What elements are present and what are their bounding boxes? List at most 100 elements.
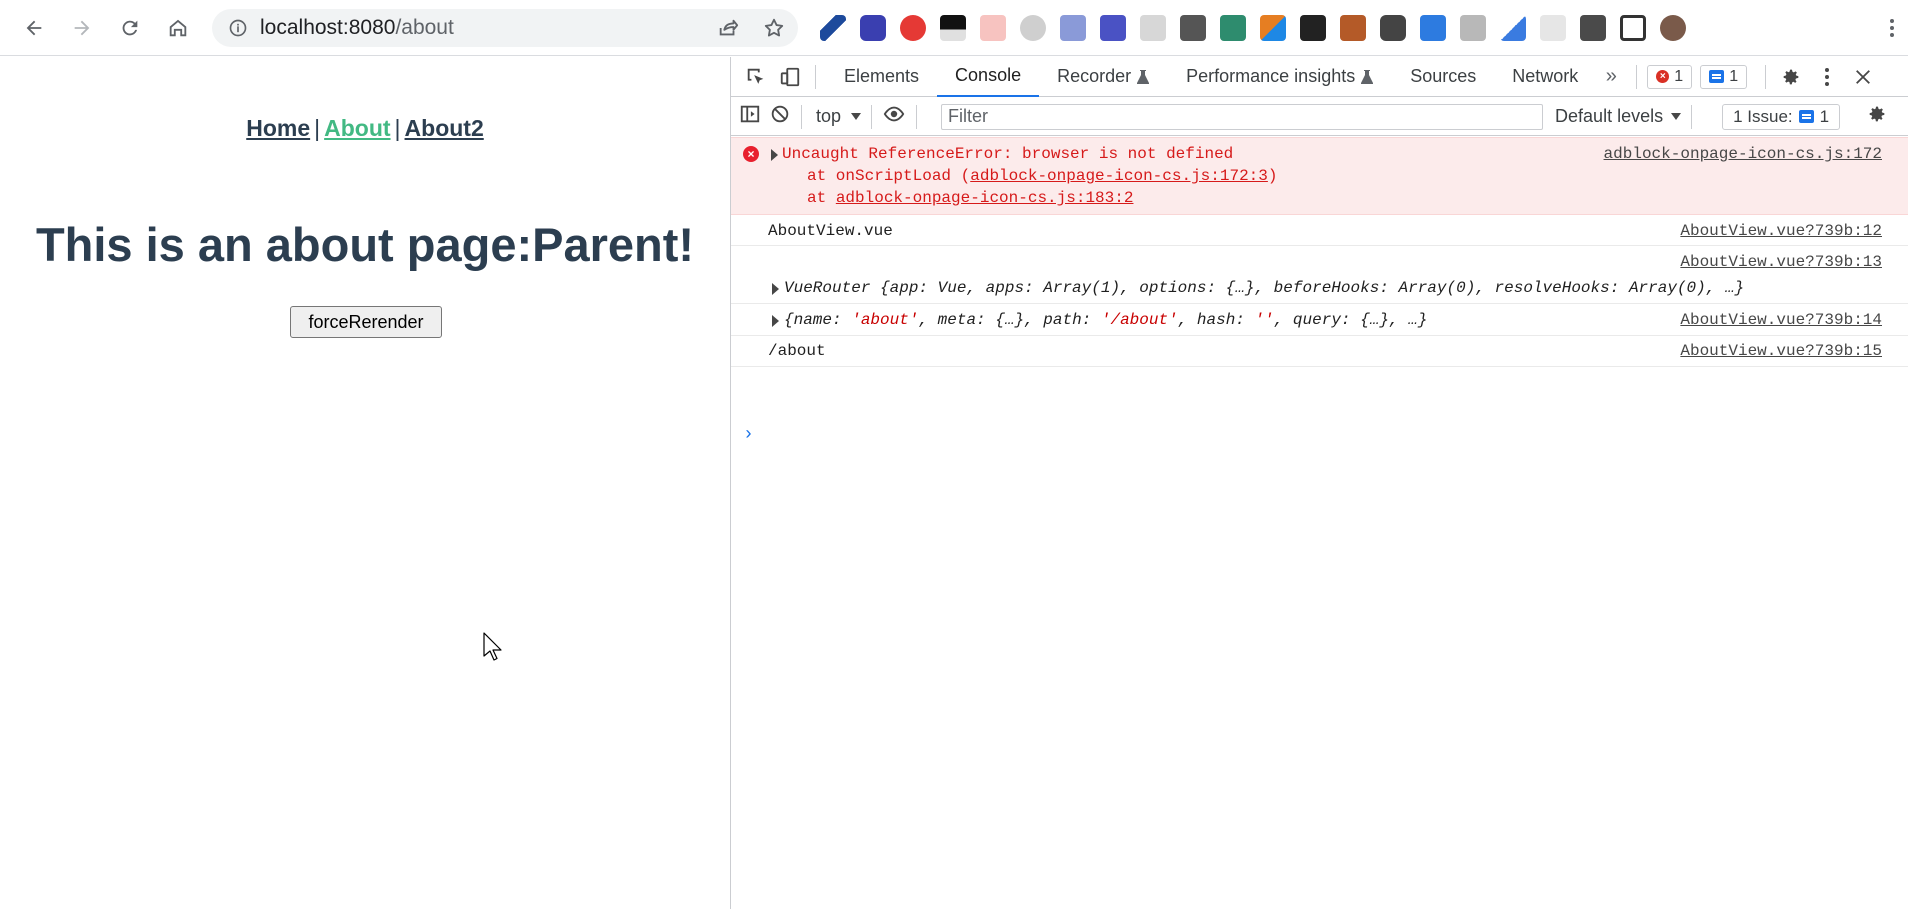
devtools-panel: Elements Console Recorder Performance in…: [730, 57, 1908, 909]
source-link[interactable]: AboutView.vue?739b:15: [1680, 342, 1882, 360]
log-levels-dropdown[interactable]: Default levels: [1555, 106, 1682, 127]
source-link[interactable]: AboutView.vue?739b:12: [1680, 222, 1882, 240]
url-host: localhost:8080: [260, 16, 396, 39]
error-count-badge[interactable]: × 1: [1647, 64, 1693, 89]
expand-triangle-icon[interactable]: [771, 149, 778, 161]
nav-link-about[interactable]: About: [324, 115, 390, 141]
context-label: top: [816, 106, 842, 126]
expand-triangle-icon[interactable]: [772, 283, 779, 295]
message-count-badge[interactable]: 1: [1700, 64, 1748, 89]
extension-pale-icon[interactable]: [1540, 15, 1566, 41]
log-object[interactable]: VueRouter {app: Vue, apps: Array(1), opt…: [784, 279, 1744, 297]
reload-button[interactable]: [110, 8, 150, 48]
console-error-message: × Uncaught ReferenceError: browser is no…: [731, 137, 1908, 215]
tab-elements[interactable]: Elements: [826, 57, 937, 97]
extension-silver-icon[interactable]: [1460, 15, 1486, 41]
home-icon: [169, 19, 187, 36]
show-sidebar-icon[interactable]: [739, 103, 761, 130]
extensions-puzzle-icon[interactable]: [1580, 15, 1606, 41]
stack-frame-prefix: at: [807, 189, 836, 207]
devtools-menu-icon[interactable]: [1812, 62, 1842, 92]
profile-avatar[interactable]: [1660, 15, 1686, 41]
source-link[interactable]: AboutView.vue?739b:14: [1680, 311, 1882, 329]
extension-light-gray-icon[interactable]: [1140, 15, 1166, 41]
extension-grid-icon[interactable]: [1060, 15, 1086, 41]
nav-link-about2[interactable]: About2: [405, 115, 484, 141]
error-count: 1: [1674, 67, 1684, 85]
tab-network[interactable]: Network: [1494, 57, 1596, 97]
extension-dark-icon[interactable]: [940, 15, 966, 41]
extension-pink-icon[interactable]: [980, 15, 1006, 41]
address-bar[interactable]: localhost:8080/about: [212, 9, 798, 47]
extension-navy-icon[interactable]: [1100, 15, 1126, 41]
nav-link-home[interactable]: Home: [246, 115, 310, 141]
extension-black-icon[interactable]: [1300, 15, 1326, 41]
extension-teal-icon[interactable]: [1220, 15, 1246, 41]
info-icon[interactable]: [226, 16, 250, 40]
expand-triangle-icon[interactable]: [772, 315, 779, 327]
source-link[interactable]: AboutView.vue?739b:13: [1680, 253, 1882, 271]
extension-gray-icon[interactable]: [1020, 15, 1046, 41]
tab-sources[interactable]: Sources: [1392, 57, 1494, 97]
log-text: AboutView.vue: [768, 222, 893, 240]
tab-recorder[interactable]: Recorder: [1039, 57, 1168, 97]
extension-chart-icon[interactable]: [1500, 15, 1526, 41]
extension-puzzle-gray-icon[interactable]: [1180, 15, 1206, 41]
extension-red-icon[interactable]: [900, 15, 926, 41]
console-settings-gear-icon[interactable]: [1866, 103, 1888, 130]
console-prompt[interactable]: ›: [743, 425, 754, 445]
log-object[interactable]: {name: 'about', meta: {…}, path: '/about…: [784, 311, 1427, 329]
stack-frame-prefix: at onScriptLoad (: [807, 167, 971, 185]
log-levels-label: Default levels: [1555, 106, 1664, 126]
dropdown-arrow-icon: [851, 112, 862, 120]
browser-toolbar: localhost:8080/about: [0, 0, 1908, 56]
object-text: , hash:: [1177, 311, 1255, 329]
url-path: /about: [395, 16, 454, 39]
object-text: {name:: [784, 311, 852, 329]
extension-vue-icon[interactable]: [820, 15, 846, 41]
toolbar-divider: [1636, 64, 1638, 89]
console-filter-input[interactable]: Filter: [941, 103, 1544, 130]
source-link[interactable]: adblock-onpage-icon-cs.js:172: [1604, 145, 1882, 163]
extension-blue-white-icon[interactable]: [1420, 15, 1446, 41]
browser-menu-icon[interactable]: [1880, 16, 1904, 40]
back-button[interactable]: [14, 8, 54, 48]
log-text: /about: [768, 342, 826, 360]
app-nav: Home | About | About2: [0, 115, 730, 142]
extension-blue-icon[interactable]: [860, 15, 886, 41]
console-output: × Uncaught ReferenceError: browser is no…: [731, 137, 1908, 367]
flask-icon: [1361, 69, 1374, 84]
toolbar-divider: [1691, 104, 1693, 129]
live-expression-eye-icon[interactable]: [882, 103, 906, 130]
clear-console-icon[interactable]: [769, 103, 791, 130]
stack-frame-link[interactable]: adblock-onpage-icon-cs.js:183:2: [836, 189, 1134, 207]
arrow-left-icon: [26, 20, 42, 35]
bookmark-star-icon[interactable]: [762, 16, 786, 40]
side-panel-icon[interactable]: [1620, 15, 1646, 41]
context-selector[interactable]: top: [816, 106, 862, 127]
home-button[interactable]: [158, 8, 198, 48]
url-text[interactable]: localhost:8080/about: [260, 16, 454, 40]
issues-badge[interactable]: 1 Issue: 1: [1722, 103, 1841, 130]
settings-gear-icon[interactable]: [1776, 62, 1806, 92]
forward-button[interactable]: [62, 8, 102, 48]
page-title: This is an about page:Parent!: [35, 218, 695, 271]
inspect-element-icon[interactable]: [741, 62, 771, 92]
stack-frame-suffix: ): [1267, 167, 1278, 185]
device-toolbar-icon[interactable]: [775, 62, 805, 92]
extension-dark-gray-icon[interactable]: [1380, 15, 1406, 41]
tab-performance-insights[interactable]: Performance insights: [1168, 57, 1392, 97]
more-tabs-chevron-icon[interactable]: »: [1596, 62, 1626, 92]
force-rerender-button[interactable]: forceRerender: [290, 306, 442, 338]
extension-orange-blue-icon[interactable]: [1260, 15, 1286, 41]
reload-icon: [122, 20, 138, 35]
share-icon[interactable]: [716, 16, 740, 40]
extension-brown-icon[interactable]: [1340, 15, 1366, 41]
tab-console[interactable]: Console: [937, 57, 1040, 97]
issue-message-icon: [1798, 110, 1814, 123]
issues-count: 1: [1819, 106, 1830, 126]
stack-frame-link[interactable]: adblock-onpage-icon-cs.js:172:3: [970, 167, 1268, 185]
filter-placeholder: Filter: [948, 106, 989, 126]
close-devtools-icon[interactable]: [1848, 62, 1878, 92]
issues-label: 1 Issue:: [1733, 106, 1793, 126]
